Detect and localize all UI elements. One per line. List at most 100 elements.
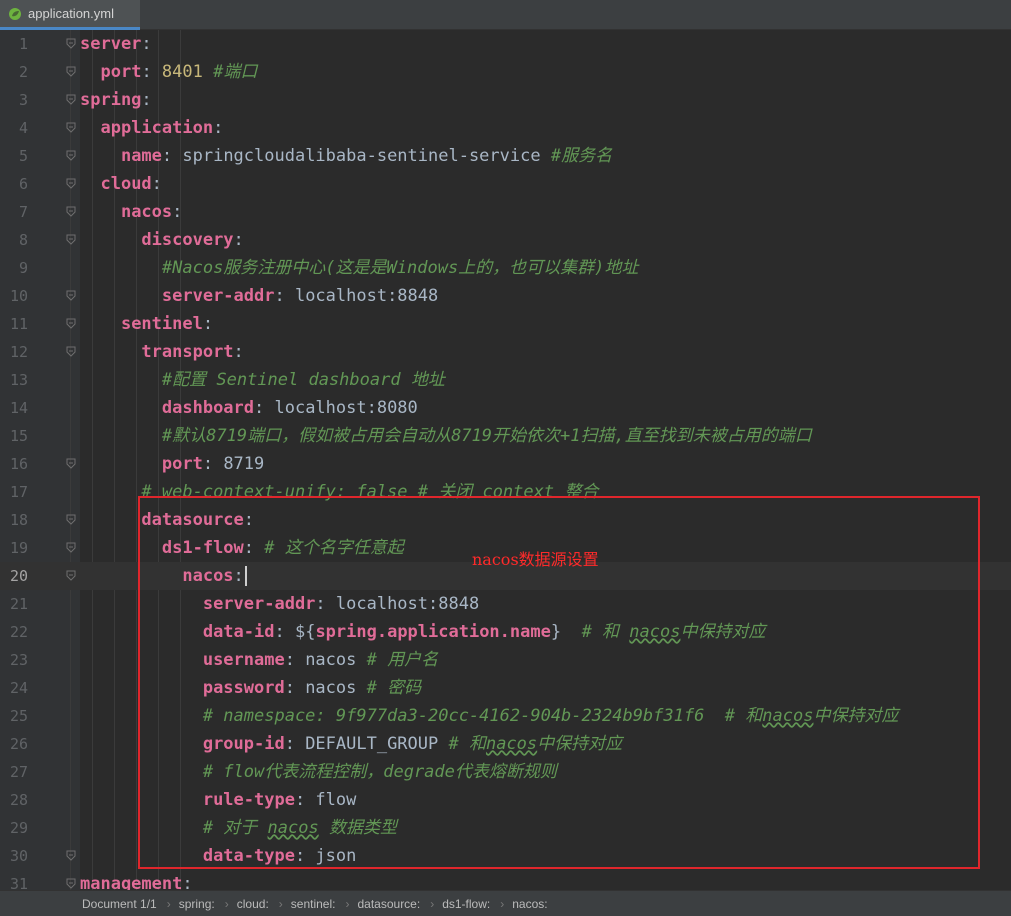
fold-marker-icon[interactable] bbox=[66, 206, 76, 217]
code-line[interactable]: 12 transport: bbox=[0, 338, 1011, 366]
code-text: dashboard: localhost:8080 bbox=[161, 398, 418, 418]
code-text: port: 8719 bbox=[161, 454, 265, 474]
code-line[interactable]: 7 nacos: bbox=[0, 198, 1011, 226]
document-indicator: Document 1/1 bbox=[82, 896, 157, 911]
editor-tab-bar: application.yml bbox=[0, 0, 1011, 30]
breadcrumb-item[interactable]: › datasource: bbox=[335, 897, 420, 911]
code-line[interactable]: 5 name: springcloudalibaba-sentinel-serv… bbox=[0, 142, 1011, 170]
line-number: 3 bbox=[18, 91, 28, 109]
line-number: 23 bbox=[9, 651, 28, 669]
code-line[interactable]: 6 cloud: bbox=[0, 170, 1011, 198]
line-number: 12 bbox=[9, 343, 28, 361]
breadcrumb-item[interactable]: › ds1-flow: bbox=[420, 897, 490, 911]
line-number: 27 bbox=[9, 763, 28, 781]
code-line[interactable]: 16 port: 8719 bbox=[0, 450, 1011, 478]
line-number: 20 bbox=[9, 567, 28, 585]
breadcrumb: › spring: › cloud: › sentinel: › datasource: › ds… bbox=[157, 897, 548, 911]
line-number: 25 bbox=[9, 707, 28, 725]
code-line[interactable]: 31 management: bbox=[0, 870, 1011, 890]
code-text: discovery: bbox=[141, 230, 244, 250]
spring-leaf-icon bbox=[9, 7, 21, 20]
code-line[interactable]: 2 port: 8401 #端口 bbox=[0, 58, 1011, 86]
fold-marker-icon[interactable] bbox=[66, 458, 76, 469]
line-number: 26 bbox=[9, 735, 28, 753]
code-line[interactable]: 14 dashboard: localhost:8080 bbox=[0, 394, 1011, 422]
line-number: 17 bbox=[9, 483, 28, 501]
fold-marker-icon[interactable] bbox=[66, 514, 76, 525]
fold-marker-icon[interactable] bbox=[66, 542, 76, 553]
line-number: 18 bbox=[9, 511, 28, 529]
line-number: 13 bbox=[9, 371, 28, 389]
fold-marker-icon[interactable] bbox=[66, 66, 76, 77]
code-line[interactable]: 4 application: bbox=[0, 114, 1011, 142]
chevron-right-icon: › bbox=[500, 896, 505, 911]
chevron-right-icon: › bbox=[430, 896, 435, 911]
fold-marker-icon[interactable] bbox=[66, 878, 76, 889]
fold-marker-icon[interactable] bbox=[66, 850, 76, 861]
code-text: management: bbox=[80, 874, 193, 890]
code-line[interactable]: 10 server-addr: localhost:8848 bbox=[0, 282, 1011, 310]
line-number: 9 bbox=[18, 259, 28, 277]
breadcrumb-item[interactable]: › spring: bbox=[157, 897, 215, 911]
code-editor[interactable]: 1 server: 2 port: 8401 #端口 3 spring: 4 applic… bbox=[0, 30, 1011, 890]
code-line[interactable]: 13 #配置 Sentinel dashboard 地址 bbox=[0, 366, 1011, 394]
line-number: 10 bbox=[9, 287, 28, 305]
fold-marker-icon[interactable] bbox=[66, 234, 76, 245]
code-text: port: 8401 #端口 bbox=[100, 62, 258, 82]
line-number: 4 bbox=[18, 119, 28, 137]
line-number: 24 bbox=[9, 679, 28, 697]
code-line[interactable]: 9 #Nacos服务注册中心(这是是Windows上的，也可以集群)地址 bbox=[0, 254, 1011, 282]
code-text: sentinel: bbox=[120, 314, 214, 334]
code-text: #配置 Sentinel dashboard 地址 bbox=[161, 370, 445, 390]
chevron-right-icon: › bbox=[166, 896, 171, 911]
annotation-label: nacos数据源设置 bbox=[472, 550, 599, 569]
line-number: 29 bbox=[9, 819, 28, 837]
fold-marker-icon[interactable] bbox=[66, 318, 76, 329]
code-text: nacos: bbox=[120, 202, 183, 222]
fold-marker-icon[interactable] bbox=[66, 570, 76, 581]
code-text: transport: bbox=[141, 342, 244, 362]
chevron-right-icon: › bbox=[278, 896, 283, 911]
fold-marker-icon[interactable] bbox=[66, 38, 76, 49]
code-line[interactable]: 1 server: bbox=[0, 30, 1011, 58]
fold-marker-icon[interactable] bbox=[66, 178, 76, 189]
code-line[interactable]: 15 #默认8719端口，假如被占用会自动从8719开始依次+1扫描,直至找到未… bbox=[0, 422, 1011, 450]
line-number: 15 bbox=[9, 427, 28, 445]
breadcrumb-item[interactable]: › cloud: bbox=[215, 897, 269, 911]
fold-marker-icon[interactable] bbox=[66, 346, 76, 357]
code-line[interactable]: 8 discovery: bbox=[0, 226, 1011, 254]
line-number: 1 bbox=[18, 35, 28, 53]
code-text: cloud: bbox=[100, 174, 162, 194]
line-number: 5 bbox=[18, 147, 28, 165]
line-number: 2 bbox=[18, 63, 28, 81]
code-text: #Nacos服务注册中心(这是是Windows上的，也可以集群)地址 bbox=[161, 258, 639, 278]
fold-marker-icon[interactable] bbox=[66, 122, 76, 133]
code-text: server-addr: localhost:8848 bbox=[161, 286, 439, 306]
line-number: 8 bbox=[18, 231, 28, 249]
code-line[interactable]: 3 spring: bbox=[0, 86, 1011, 114]
line-number: 16 bbox=[9, 455, 28, 473]
line-number: 6 bbox=[18, 175, 28, 193]
code-text: server: bbox=[80, 34, 152, 54]
line-number: 21 bbox=[9, 595, 28, 613]
code-text: spring: bbox=[80, 90, 152, 110]
code-text: #默认8719端口，假如被占用会自动从8719开始依次+1扫描,直至找到未被占用… bbox=[161, 426, 812, 446]
fold-marker-icon[interactable] bbox=[66, 94, 76, 105]
code-line[interactable]: 11 sentinel: bbox=[0, 310, 1011, 338]
breadcrumb-item[interactable]: › sentinel: bbox=[269, 897, 336, 911]
line-number: 19 bbox=[9, 539, 28, 557]
breadcrumb-item[interactable]: › nacos: bbox=[490, 897, 547, 911]
code-text: name: springcloudalibaba-sentinel-servic… bbox=[120, 146, 613, 166]
fold-marker-icon[interactable] bbox=[66, 150, 76, 161]
line-number: 11 bbox=[9, 315, 28, 333]
fold-marker-icon[interactable] bbox=[66, 290, 76, 301]
line-number: 14 bbox=[9, 399, 28, 417]
tab-application-yml[interactable]: application.yml bbox=[0, 0, 140, 30]
line-number: 28 bbox=[9, 791, 28, 809]
chevron-right-icon: › bbox=[345, 896, 350, 911]
code-text: application: bbox=[100, 118, 224, 138]
line-number: 7 bbox=[18, 203, 28, 221]
chevron-right-icon: › bbox=[224, 896, 229, 911]
line-number: 31 bbox=[9, 875, 28, 890]
line-number: 22 bbox=[9, 623, 28, 641]
